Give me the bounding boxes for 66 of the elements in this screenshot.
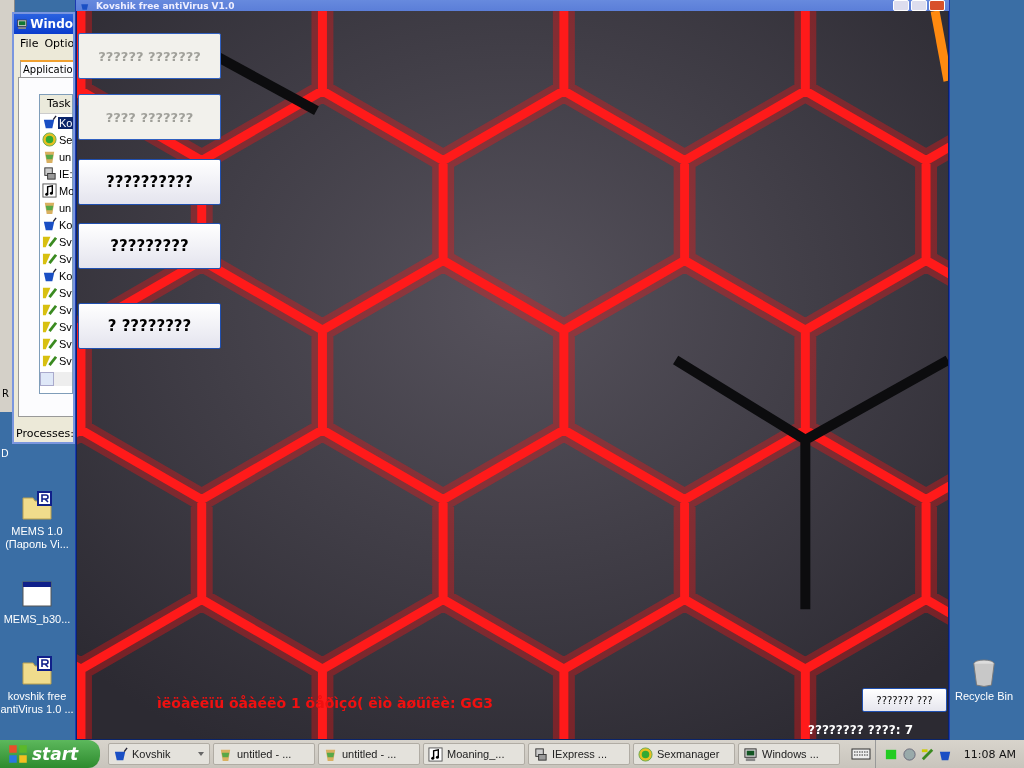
- task-item[interactable]: Sv: [58, 320, 73, 333]
- window-title: Windo: [30, 17, 73, 31]
- icon-label[interactable]: Recycle Bin: [954, 690, 1014, 703]
- music-note-icon: [42, 183, 57, 198]
- menu-button[interactable]: ?????????: [78, 223, 221, 269]
- trash-bin-icon[interactable]: [971, 658, 997, 688]
- badge-icon: [42, 132, 57, 147]
- computer-icon: [743, 746, 758, 762]
- taskbar-button[interactable]: Moaning_...: [423, 743, 525, 765]
- windows-flag-icon: [8, 744, 28, 764]
- task-item[interactable]: Sv: [58, 252, 73, 265]
- minimize-button[interactable]: [893, 0, 909, 11]
- task-item[interactable]: Se: [58, 133, 73, 146]
- task-item[interactable]: Sv: [58, 303, 73, 316]
- setup-icon: [42, 166, 57, 181]
- task-item[interactable]: Sv: [58, 354, 73, 367]
- taskbar-button[interactable]: untitled - ...: [318, 743, 420, 765]
- menu-item[interactable]: File: [20, 37, 39, 50]
- close-button[interactable]: [929, 0, 945, 11]
- task-item[interactable]: Ko: [58, 269, 73, 282]
- cup-icon: [42, 217, 57, 232]
- computer-icon: [17, 16, 28, 32]
- status-text: Processes:: [16, 427, 73, 440]
- task-item[interactable]: un: [58, 150, 73, 163]
- cup-icon: [42, 268, 57, 283]
- badge-icon: [638, 746, 653, 762]
- task-item[interactable]: Ko: [58, 218, 73, 231]
- music-note-icon: [428, 746, 443, 762]
- jar-icon: [42, 200, 57, 215]
- caret-icon: [197, 750, 205, 758]
- window-title: Kovshik free antiVirus V1.0: [96, 1, 235, 11]
- cup-icon: [113, 746, 128, 762]
- tab[interactable]: Applicatio: [20, 60, 73, 77]
- task-item[interactable]: Sv: [58, 337, 73, 350]
- taskbar-button[interactable]: Windows ...: [738, 743, 840, 765]
- window-text: R: [2, 388, 9, 399]
- menu-item[interactable]: Optio: [44, 37, 73, 50]
- taskbar-button[interactable]: untitled - ...: [213, 743, 315, 765]
- folder-icon[interactable]: [21, 490, 53, 522]
- menu-button[interactable]: ??????????: [78, 159, 221, 205]
- scrollbar[interactable]: [40, 372, 72, 386]
- task-item[interactable]: Sv: [58, 235, 73, 248]
- desktop-text: D: [1, 448, 9, 459]
- scroll-left-icon[interactable]: [40, 372, 54, 386]
- icon-label[interactable]: kovshik free antiVirus 1.0 ...: [0, 690, 74, 716]
- task-item[interactable]: Mo: [58, 184, 73, 197]
- action-button[interactable]: ??????? ???: [862, 688, 947, 712]
- jar-icon: [42, 149, 57, 164]
- clock: 11:08 AM: [963, 747, 1016, 761]
- taskbar-button[interactable]: Sexmanager: [633, 743, 735, 765]
- icon-label[interactable]: MEMS_b30...: [3, 613, 71, 626]
- icon-label[interactable]: MEMS 1.0 (Пароль Vi...: [5, 525, 69, 551]
- taskbar-button[interactable]: IExpress ...: [528, 743, 630, 765]
- task-item[interactable]: Ko: [58, 116, 73, 129]
- column-header[interactable]: Task: [40, 95, 72, 114]
- task-item[interactable]: un: [58, 201, 73, 214]
- window-icon[interactable]: [21, 578, 53, 610]
- cup-icon: [42, 115, 57, 130]
- menu-button[interactable]: ? ????????: [78, 303, 221, 349]
- keyboard-icon[interactable]: [851, 747, 871, 761]
- folder-icon[interactable]: [21, 655, 53, 687]
- taskbar-button[interactable]: Kovshik: [108, 743, 210, 765]
- task-item[interactable]: IE:: [58, 167, 73, 180]
- setup-icon: [533, 746, 548, 762]
- maximize-button[interactable]: [911, 0, 927, 11]
- task-item[interactable]: Sv: [58, 286, 73, 299]
